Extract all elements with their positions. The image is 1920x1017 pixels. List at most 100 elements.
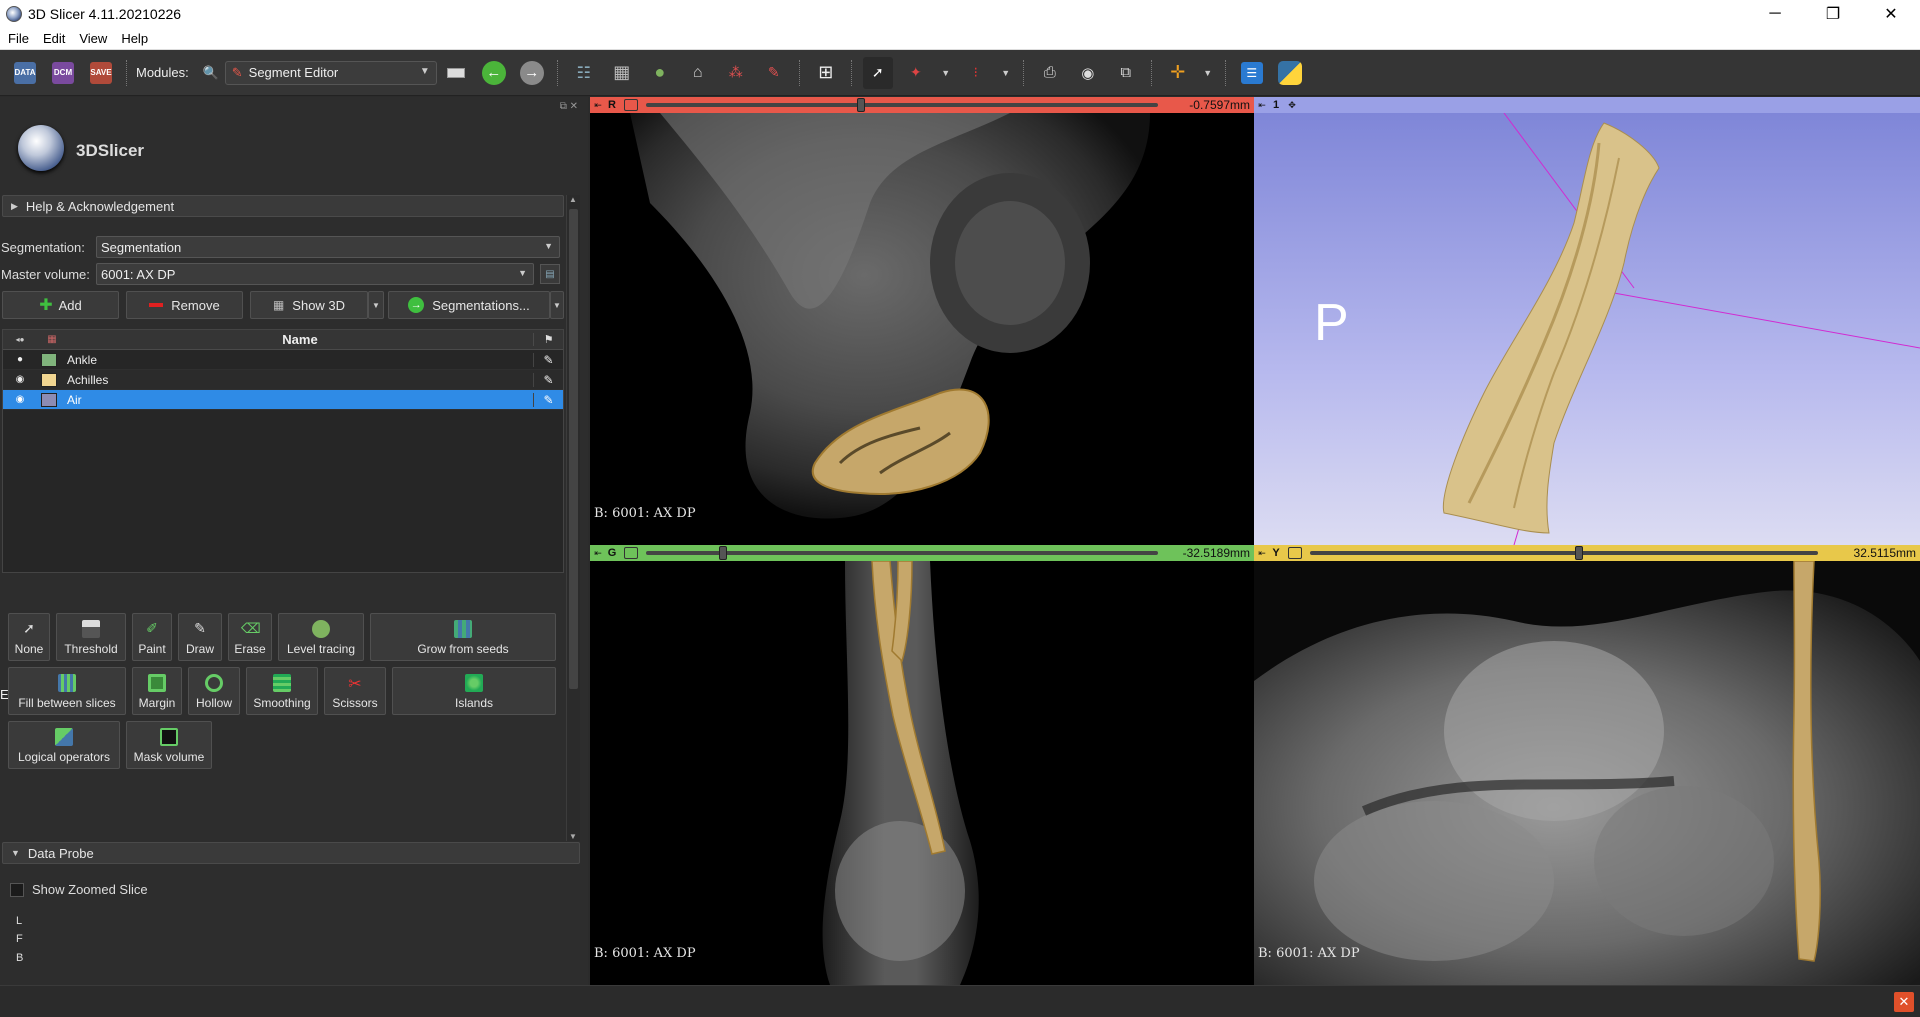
help-acknowledgement-section[interactable]: ▶ Help & Acknowledgement <box>2 195 564 217</box>
link-icon[interactable] <box>624 547 638 559</box>
python-console-button[interactable] <box>1275 57 1305 89</box>
view-settings-icon[interactable]: ✥ <box>1286 100 1298 111</box>
eye-icon[interactable]: ● <box>3 354 37 365</box>
data-probe-section[interactable]: ▼ Data Probe <box>2 842 580 864</box>
pencil-icon[interactable]: ✎ <box>533 352 563 367</box>
segment-color-swatch[interactable] <box>41 392 57 407</box>
module-selector[interactable]: ✎ Segment Editor ▼ <box>224 60 437 85</box>
color-column-icon[interactable]: ▦ <box>37 334 67 345</box>
effect-scissors-button[interactable]: ✂ Scissors <box>324 667 386 715</box>
red-slice-slider-track[interactable] <box>646 103 1158 107</box>
red-slice-view[interactable]: ⇤ R -0.7597mm B: 6001: AX DP <box>590 97 1254 545</box>
error-log-icon[interactable]: ✕ <box>1894 992 1914 1012</box>
green-slice-slider-handle[interactable] <box>718 546 727 560</box>
segmentations-button[interactable]: → Segmentations... <box>388 291 550 319</box>
segmentations-menu-button[interactable]: ▼ <box>550 291 564 319</box>
models-module-button[interactable]: ● <box>645 57 675 89</box>
restore-button[interactable]: ❐ <box>1804 0 1862 28</box>
master-volume-options-button[interactable]: ▤ <box>540 264 560 284</box>
place-point-button[interactable]: ⁝ <box>961 57 991 89</box>
name-column-header[interactable]: Name <box>67 332 533 347</box>
menu-view[interactable]: View <box>73 31 113 46</box>
effect-islands-button[interactable]: Islands <box>392 667 556 715</box>
forward-button[interactable]: → <box>517 57 547 89</box>
link-icon[interactable] <box>624 99 638 111</box>
effect-paint-button[interactable]: ✐ Paint <box>132 613 172 661</box>
markups-module-button[interactable]: ⁂ <box>721 57 751 89</box>
menu-help[interactable]: Help <box>115 31 154 46</box>
pin-icon[interactable]: ⇤ <box>592 548 604 559</box>
module-panel-scrollbar[interactable]: ▲ ▼ <box>566 195 580 841</box>
show-3d-button[interactable]: ▦ Show 3D <box>250 291 368 319</box>
back-button[interactable]: ← <box>479 57 509 89</box>
segment-color-swatch[interactable] <box>41 352 57 367</box>
place-point-menu-button[interactable]: ▼ <box>999 57 1013 89</box>
pencil-icon[interactable]: ✎ <box>533 372 563 387</box>
volumes-module-button[interactable]: ▦ <box>607 57 637 89</box>
yellow-slice-offset[interactable]: 32.5115mm <box>1854 546 1916 560</box>
scene-view-button[interactable]: ◉ <box>1073 57 1103 89</box>
pin-icon[interactable]: ⇤ <box>1256 548 1268 559</box>
effect-draw-button[interactable]: ✎ Draw <box>178 613 222 661</box>
effect-level-tracing-button[interactable]: Level tracing <box>278 613 364 661</box>
effect-hollow-button[interactable]: Hollow <box>188 667 240 715</box>
green-slice-offset[interactable]: -32.5189mm <box>1183 546 1250 560</box>
effect-smoothing-button[interactable]: Smoothing <box>246 667 318 715</box>
pencil-icon[interactable]: ✎ <box>533 392 563 407</box>
module-search-button[interactable]: 🔍 <box>201 57 221 89</box>
load-dicom-button[interactable]: DCM <box>48 57 78 89</box>
master-volume-selector[interactable]: 6001: AX DP ▼ <box>96 263 534 285</box>
effect-margin-button[interactable]: Margin <box>132 667 182 715</box>
transforms-module-button[interactable]: ⌂ <box>683 57 713 89</box>
mouse-mode-view-button[interactable]: ➚ <box>862 56 893 89</box>
crosshair-menu-button[interactable]: ▼ <box>1201 57 1215 89</box>
red-slice-offset[interactable]: -0.7597mm <box>1189 98 1250 112</box>
visibility-column-icon[interactable]: ◂● <box>3 335 37 344</box>
extension-manager-button[interactable]: ☰ <box>1237 57 1267 89</box>
effect-logical-operators-button[interactable]: Logical operators <box>8 721 120 769</box>
segment-color-swatch[interactable] <box>41 372 57 387</box>
pin-icon[interactable]: ⇤ <box>592 100 604 111</box>
menu-file[interactable]: File <box>2 31 35 46</box>
effect-mask-volume-button[interactable]: Mask volume <box>126 721 212 769</box>
threed-render[interactable]: P <box>1254 113 1920 545</box>
effect-threshold-button[interactable]: Threshold <box>56 613 126 661</box>
segment-name[interactable]: Ankle <box>67 353 533 367</box>
capture-button[interactable]: ⧉ <box>1111 57 1141 89</box>
segment-row[interactable]: ◉ Air ✎ <box>3 390 563 410</box>
red-slice-slider-handle[interactable] <box>857 98 866 112</box>
segmentation-selector[interactable]: Segmentation ▼ <box>96 236 560 258</box>
scroll-down-icon[interactable]: ▼ <box>569 832 577 841</box>
save-button[interactable]: SAVE <box>86 57 116 89</box>
close-button[interactable]: ✕ <box>1862 0 1920 28</box>
segment-name[interactable]: Achilles <box>67 373 533 387</box>
pin-icon[interactable]: ⇤ <box>1256 100 1268 111</box>
data-module-button[interactable]: ☷ <box>569 57 599 89</box>
segment-row[interactable]: ● Ankle ✎ <box>3 350 563 370</box>
panel-undock-close-icons[interactable]: ⧉ ✕ <box>560 101 578 112</box>
remove-segment-button[interactable]: Remove <box>126 291 243 319</box>
menu-edit[interactable]: Edit <box>37 31 71 46</box>
effect-grow-from-seeds-button[interactable]: Grow from seeds <box>370 613 556 661</box>
scrollbar-thumb[interactable] <box>569 209 578 689</box>
green-slice-view[interactable]: ⇤ G -32.5189mm B: 6001: AX DP <box>590 545 1254 985</box>
link-icon[interactable] <box>1288 547 1302 559</box>
segment-name[interactable]: Air <box>67 393 533 407</box>
show-zoomed-slice-checkbox[interactable]: Show Zoomed Slice <box>10 882 148 897</box>
place-markup-menu-button[interactable]: ▼ <box>939 57 953 89</box>
segment-row[interactable]: ◉ Achilles ✎ <box>3 370 563 390</box>
minimize-button[interactable]: ─ <box>1746 0 1804 28</box>
yellow-slice-slider-track[interactable] <box>1310 551 1818 555</box>
yellow-slice-image[interactable] <box>1254 561 1920 985</box>
layout-button[interactable]: ⊞ <box>811 57 841 89</box>
show-3d-menu-button[interactable]: ▼ <box>368 291 384 319</box>
red-slice-image[interactable] <box>590 113 1254 545</box>
yellow-slice-slider-handle[interactable] <box>1575 546 1584 560</box>
effect-none-button[interactable]: ➚ None <box>8 613 50 661</box>
place-markup-button[interactable]: ✦ <box>901 57 931 89</box>
segment-editor-module-button[interactable]: ✎ <box>759 57 789 89</box>
scroll-up-icon[interactable]: ▲ <box>569 195 577 204</box>
threed-view[interactable]: ⇤ 1 ✥ P <box>1254 97 1920 545</box>
load-data-button[interactable]: DATA <box>10 57 40 89</box>
green-slice-image[interactable] <box>590 561 1254 985</box>
